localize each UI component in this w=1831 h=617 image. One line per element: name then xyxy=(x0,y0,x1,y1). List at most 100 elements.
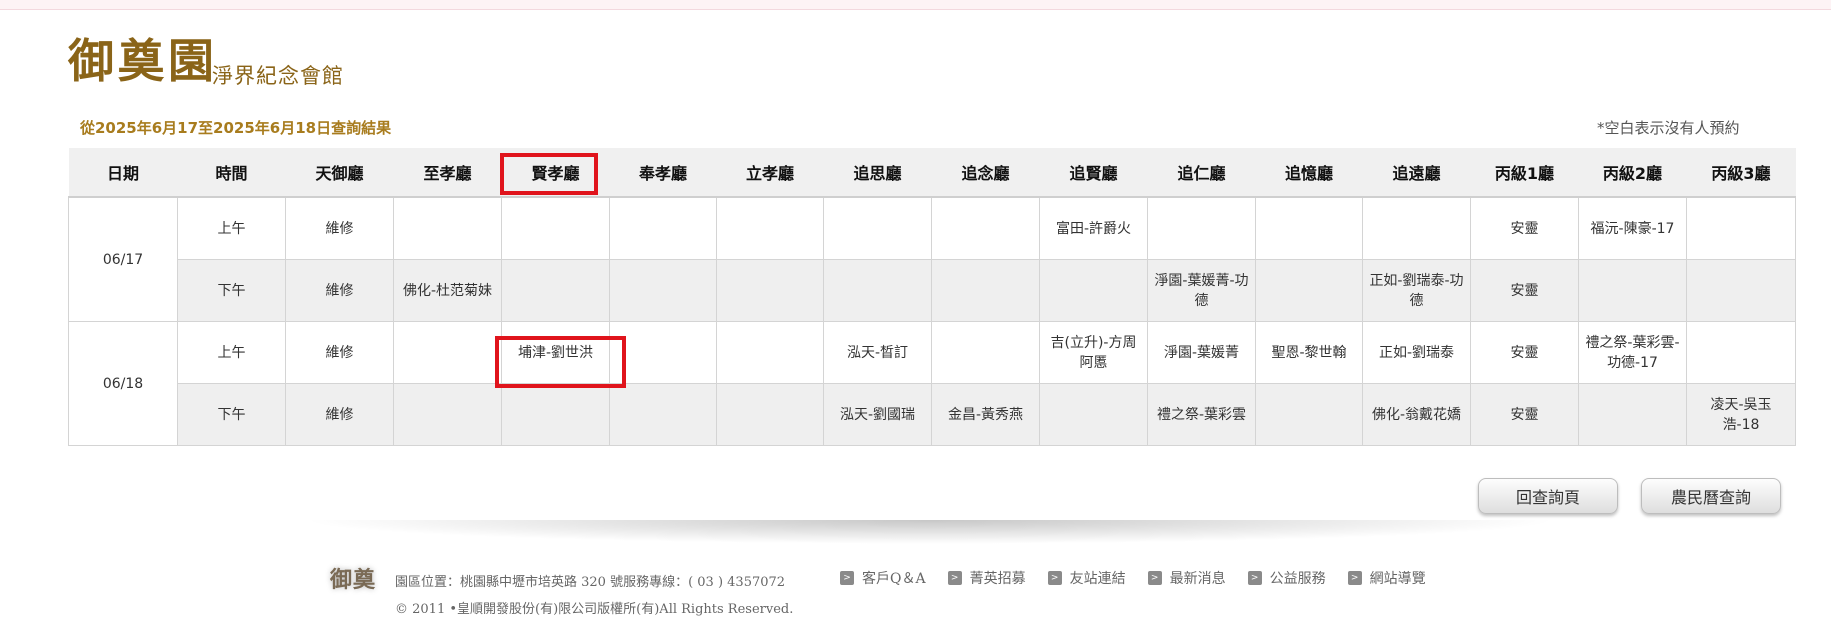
column-header: 天御廳 xyxy=(285,148,394,198)
table-cell xyxy=(1686,196,1796,260)
highlight-box-header xyxy=(500,153,598,195)
arrow-right-icon: > xyxy=(840,571,854,585)
table-cell: 安靈 xyxy=(1470,196,1579,260)
footer-link-label[interactable]: 網站導覽 xyxy=(1370,568,1426,588)
footer-link-charity[interactable]: > 公益服務 xyxy=(1247,568,1326,588)
footer-link-news[interactable]: > 最新消息 xyxy=(1147,568,1226,588)
table-cell xyxy=(716,259,824,322)
table-cell xyxy=(501,259,610,322)
footer-link-label[interactable]: 客戶Q＆A xyxy=(862,568,926,588)
column-header: 日期 xyxy=(68,148,178,198)
column-header: 丙級1廳 xyxy=(1470,148,1579,198)
arrow-right-icon: > xyxy=(1047,571,1062,585)
footer-address: 園區位置：桃園縣中壢市培英路 320 號服務專線：( 03 ) 4357072 xyxy=(395,575,786,590)
brand-logo[interactable]: 御奠園 xyxy=(68,38,218,84)
arrow-right-icon: > xyxy=(947,571,962,585)
table-cell: 福沅-陳豪-17 xyxy=(1578,196,1687,260)
table-row: 06/17 上午 維修 富田-許爵火 安靈 福沅-陳豪-17 xyxy=(68,196,1796,322)
table-cell: 佛化-翁戴花嬌 xyxy=(1362,383,1471,446)
table-row: 下午 維修 泓天-劉國瑞 金昌-黃秀燕 禮之祭-葉彩雲 佛化-翁戴花嬌 安靈 凌… xyxy=(69,383,1796,446)
table-cell: 正如-劉瑞泰 xyxy=(1362,321,1471,384)
table-cell: 富田-許爵火 xyxy=(1039,196,1148,260)
footer-divider-shadow xyxy=(300,520,1560,544)
column-header: 立孝廳 xyxy=(716,148,824,198)
table-cell: 安靈 xyxy=(1470,321,1579,384)
arrow-right-icon: > xyxy=(1347,571,1362,585)
footer-link-qa[interactable]: > 客戶Q＆A xyxy=(840,568,926,588)
top-bar xyxy=(0,0,1831,10)
arrow-right-icon: > xyxy=(1247,571,1262,585)
column-header: 追念廳 xyxy=(931,148,1040,198)
footer-link-label[interactable]: 最新消息 xyxy=(1170,568,1226,588)
footer-logo: 御奠 xyxy=(330,567,377,593)
table-cell xyxy=(1578,383,1687,446)
table-cell xyxy=(931,196,1040,260)
table-cell: 正如-劉瑞泰-功德 xyxy=(1362,259,1471,322)
brand-subtitle: 淨界紀念會館 xyxy=(212,64,344,88)
table-cell xyxy=(716,196,824,260)
table-cell: 安靈 xyxy=(1470,259,1579,322)
footer-link-label[interactable]: 菁英招募 xyxy=(970,568,1026,588)
date-cell: 06/17 xyxy=(68,196,178,322)
column-header: 時間 xyxy=(177,148,286,198)
query-result-title: 從2025年6月17至2025年6月18日查詢結果 xyxy=(80,119,392,137)
table-cell xyxy=(1255,259,1363,322)
table-cell xyxy=(609,259,717,322)
table-header-row: 日期 時間 天御廳 至孝廳 賢孝廳 奉孝廳 立孝廳 追思廳 追念廳 追賢廳 追仁… xyxy=(68,148,1796,198)
time-cell: 下午 xyxy=(177,383,286,446)
column-header: 追憶廳 xyxy=(1255,148,1363,198)
footer-link-label[interactable]: 公益服務 xyxy=(1270,568,1326,588)
table-cell xyxy=(1578,259,1687,322)
table-cell xyxy=(609,196,717,260)
table-cell xyxy=(1039,383,1148,446)
back-to-query-button[interactable]: 回查詢頁 xyxy=(1478,478,1618,514)
table-cell: 淨園-葉媛菁-功德 xyxy=(1147,259,1256,322)
highlight-box-cell xyxy=(495,336,626,388)
footer-link-sitemap[interactable]: > 網站導覽 xyxy=(1347,568,1426,588)
table-cell xyxy=(609,383,717,446)
table-cell xyxy=(1686,259,1796,322)
table-cell: 金昌-黃秀燕 xyxy=(931,383,1040,446)
table-cell xyxy=(1255,196,1363,260)
table-cell xyxy=(931,259,1040,322)
lunar-calendar-button[interactable]: 農民曆查詢 xyxy=(1641,478,1781,514)
table-cell: 泓天-劉國瑞 xyxy=(823,383,932,446)
table-cell xyxy=(716,321,824,384)
table-cell xyxy=(1147,196,1256,260)
table-cell xyxy=(393,196,502,260)
column-header: 追思廳 xyxy=(823,148,932,198)
column-header: 至孝廳 xyxy=(393,148,502,198)
table-row: 06/18 上午 維修 埔津-劉世洪 泓天-晳訂 吉(立升)-方周阿慝 淨園-葉… xyxy=(68,321,1796,446)
column-header: 奉孝廳 xyxy=(609,148,717,198)
footer-link-recruit[interactable]: > 菁英招募 xyxy=(947,568,1026,588)
table-cell: 維修 xyxy=(285,259,394,322)
table-cell xyxy=(1362,196,1471,260)
time-cell: 上午 xyxy=(177,196,286,260)
table-cell xyxy=(823,196,932,260)
table-cell: 維修 xyxy=(285,196,394,260)
table-cell: 聖恩-黎世翰 xyxy=(1255,321,1363,384)
table-cell xyxy=(1686,321,1796,384)
table-cell: 淨園-葉媛菁 xyxy=(1147,321,1256,384)
footer-link-label[interactable]: 友站連結 xyxy=(1070,568,1126,588)
schedule-table: 日期 時間 天御廳 至孝廳 賢孝廳 奉孝廳 立孝廳 追思廳 追念廳 追賢廳 追仁… xyxy=(68,148,1796,446)
blank-note: *空白表示沒有人預約 xyxy=(1597,119,1740,137)
table-cell xyxy=(501,196,610,260)
time-cell: 下午 xyxy=(177,259,286,322)
table-cell: 維修 xyxy=(285,321,394,384)
table-cell xyxy=(716,383,824,446)
table-cell xyxy=(1039,259,1148,322)
arrow-right-icon: > xyxy=(1147,571,1162,585)
table-row: 下午 維修 佛化-杜范菊妹 淨園-葉媛菁-功德 正如-劉瑞泰-功德 安靈 xyxy=(69,259,1796,322)
column-header: 追賢廳 xyxy=(1039,148,1148,198)
footer-copyright: © 2011 •皇順開發股份(有)限公司版權所(有)All Rights Res… xyxy=(395,602,794,617)
table-cell xyxy=(1255,383,1363,446)
table-cell xyxy=(393,321,502,384)
column-header: 追遠廳 xyxy=(1362,148,1471,198)
table-cell: 佛化-杜范菊妹 xyxy=(393,259,502,322)
table-cell: 維修 xyxy=(285,383,394,446)
footer-link-partners[interactable]: > 友站連結 xyxy=(1047,568,1126,588)
date-cell: 06/18 xyxy=(68,321,178,446)
table-cell: 凌天-吳玉浩-18 xyxy=(1686,383,1796,446)
table-cell: 禮之祭-葉彩雲-功德-17 xyxy=(1578,321,1687,384)
